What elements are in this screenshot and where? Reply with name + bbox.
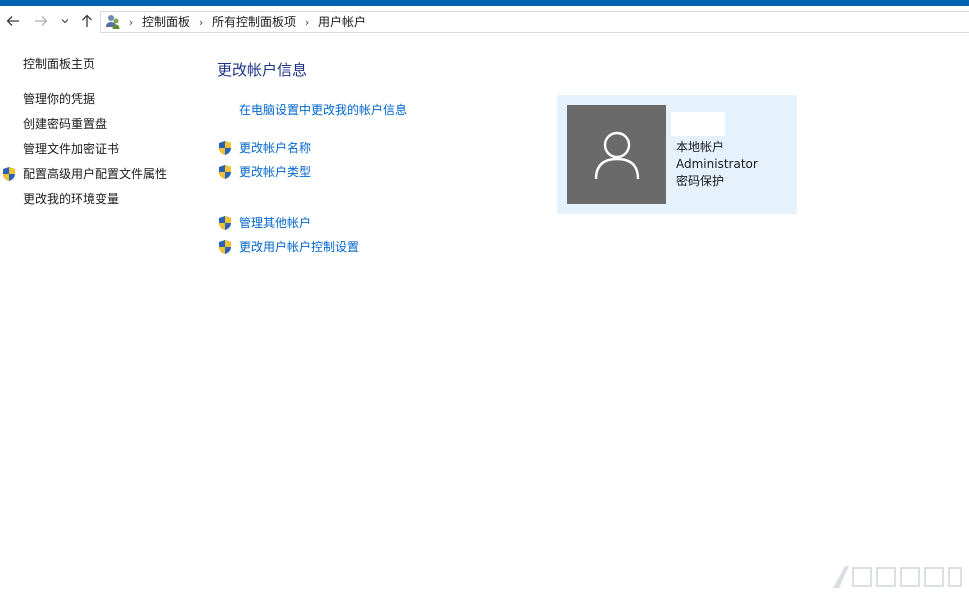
watermark-logo	[833, 566, 962, 588]
sidebar-item-advanced-profile-properties[interactable]: 配置高级用户配置文件属性	[23, 165, 167, 183]
change-account-name-link[interactable]: 更改帐户名称	[239, 139, 311, 157]
back-arrow-icon	[6, 16, 19, 26]
back-button[interactable]	[4, 12, 22, 30]
breadcrumb-control-panel[interactable]: 控制面板	[138, 12, 194, 32]
breadcrumb-user-accounts[interactable]: 用户帐户	[314, 12, 370, 32]
chevron-down-icon	[61, 19, 69, 24]
change-account-in-pc-settings-link[interactable]: 在电脑设置中更改我的帐户信息	[239, 101, 407, 119]
sidebar-item-password-reset-disk[interactable]: 创建密码重置盘	[23, 115, 107, 133]
address-bar[interactable]: › 控制面板 › 所有控制面板项 › 用户帐户	[100, 11, 969, 33]
up-arrow-icon	[82, 14, 92, 27]
uac-shield-icon	[219, 240, 231, 254]
navigation-bar: › 控制面板 › 所有控制面板项 › 用户帐户	[0, 6, 969, 36]
manage-other-accounts-link[interactable]: 管理其他帐户	[239, 214, 311, 232]
control-panel-users-icon	[102, 12, 124, 32]
uac-shield-icon	[219, 141, 231, 155]
sidebar-item-control-panel-home[interactable]: 控制面板主页	[23, 55, 95, 73]
sidebar-item-manage-credentials[interactable]: 管理你的凭据	[23, 90, 95, 108]
forward-arrow-icon	[35, 16, 48, 26]
page-title: 更改帐户信息	[217, 61, 308, 79]
account-name-redacted	[671, 112, 725, 136]
avatar[interactable]	[567, 105, 666, 204]
forward-button[interactable]	[32, 12, 50, 30]
change-uac-settings-link[interactable]: 更改用户帐户控制设置	[239, 238, 359, 256]
change-account-type-link[interactable]: 更改帐户类型	[239, 163, 311, 181]
sidebar-item-file-encryption-certificates[interactable]: 管理文件加密证书	[23, 140, 119, 158]
breadcrumb-separator: ›	[128, 15, 134, 29]
sidebar-item-environment-variables[interactable]: 更改我的环境变量	[23, 190, 119, 208]
breadcrumb-separator: ›	[198, 15, 204, 29]
uac-shield-icon	[219, 165, 231, 179]
breadcrumb-separator: ›	[304, 15, 310, 29]
uac-shield-icon	[3, 167, 15, 181]
account-group: Administrator	[676, 157, 758, 171]
uac-shield-icon	[219, 216, 231, 230]
account-protection: 密码保护	[676, 174, 725, 188]
up-button[interactable]	[78, 12, 96, 30]
recent-locations-button[interactable]	[58, 12, 72, 30]
account-type: 本地帐户	[676, 140, 725, 154]
breadcrumb-all-items[interactable]: 所有控制面板项	[208, 12, 300, 32]
user-icon	[594, 131, 639, 179]
account-card: 本地帐户 Administrator 密码保护	[557, 95, 797, 214]
